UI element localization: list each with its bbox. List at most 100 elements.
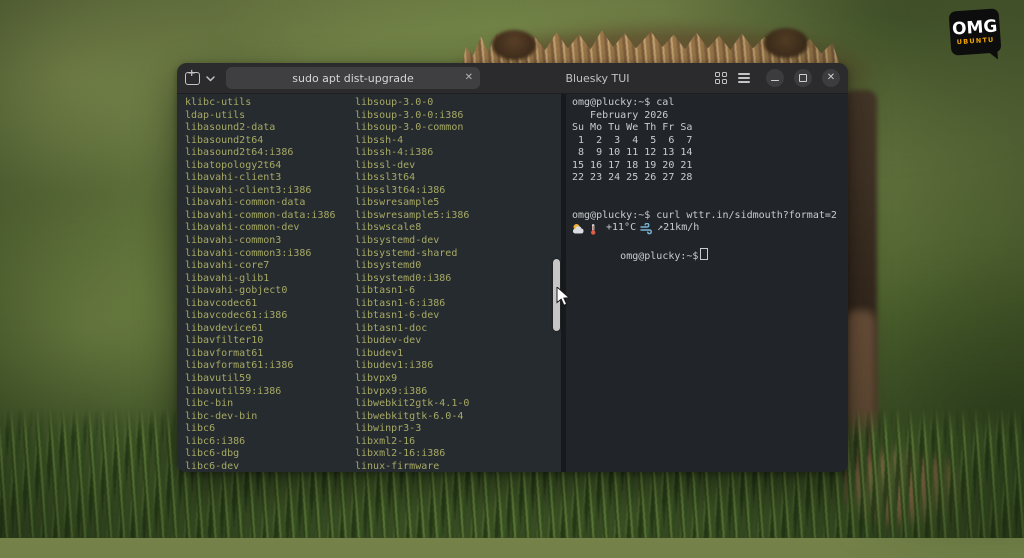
temperature-value: +11°C xyxy=(606,222,636,235)
wind-value: ↗21km/h xyxy=(657,222,699,235)
package-item: libavcodec61:i386 xyxy=(185,310,336,323)
shell-output-top: omg@plucky:~$ cal February 2026Su Mo Tu … xyxy=(572,97,848,210)
package-item: libswresample5:i386 xyxy=(355,210,469,223)
minimize-icon xyxy=(771,80,779,82)
package-item: libavahi-gobject0 xyxy=(185,285,336,298)
package-item: libvpx9:i386 xyxy=(355,386,469,399)
package-item: libxml2-16 xyxy=(355,436,469,449)
close-button[interactable]: ✕ xyxy=(822,69,840,87)
terminal-line-curl: omg@plucky:~$ curl wttr.in/sidmouth?form… xyxy=(572,210,848,223)
terminal-cursor xyxy=(700,248,708,260)
minimize-button[interactable] xyxy=(766,69,784,87)
tab-bluesky-tui[interactable]: Bluesky TUI xyxy=(484,72,711,85)
terminal-pane-apt[interactable]: klibc-utilsldap-utilslibasound2-dataliba… xyxy=(177,94,561,472)
tab-overview-button[interactable] xyxy=(715,67,728,89)
package-item: libasound2t64 xyxy=(185,135,336,148)
package-item: libssl3t64 xyxy=(355,172,469,185)
package-item: libc6 xyxy=(185,423,336,436)
package-item: libtasn1-6 xyxy=(355,285,469,298)
package-item: libssh-4:i386 xyxy=(355,147,469,160)
terminal-line: 8 9 10 11 12 13 14 xyxy=(572,147,848,160)
thermometer-icon xyxy=(589,223,602,235)
package-item: libsystemd0 xyxy=(355,260,469,273)
package-item: libsoup-3.0-0 xyxy=(355,97,469,110)
package-item: libxml2-16:i386 xyxy=(355,448,469,461)
logo-text-ubuntu: UBUNTU xyxy=(956,36,994,46)
package-item: libsystemd-dev xyxy=(355,235,469,248)
package-item: libwinpr3-3 xyxy=(355,423,469,436)
package-item: libavahi-common3:i386 xyxy=(185,248,336,261)
maximize-button[interactable] xyxy=(794,69,812,87)
omg-ubuntu-logo: OMG UBUNTU xyxy=(949,8,1002,55)
package-item: libudev1:i386 xyxy=(355,360,469,373)
package-item: libwebkit2gtk-4.1-0 xyxy=(355,398,469,411)
package-item: libc-bin xyxy=(185,398,336,411)
package-item: libssh-4 xyxy=(355,135,469,148)
tab-close-icon[interactable]: ✕ xyxy=(465,70,473,86)
package-item: libavahi-common-dev xyxy=(185,222,336,235)
tab-overview-grid-icon xyxy=(715,72,728,85)
package-item: libc-dev-bin xyxy=(185,411,336,424)
package-item: libavformat61 xyxy=(185,348,336,361)
package-item: libudev1 xyxy=(355,348,469,361)
package-item: libc6-dbg xyxy=(185,448,336,461)
terminal-line: February 2026 xyxy=(572,110,848,123)
package-item: libavcodec61 xyxy=(185,298,336,311)
package-item: libasound2t64:i386 xyxy=(185,147,336,160)
terminal-prompt-line: omg@plucky:~$ xyxy=(572,235,848,276)
tab-label: sudo apt dist-upgrade xyxy=(292,72,413,85)
package-item: libswresample5 xyxy=(355,197,469,210)
terminal-line: 22 23 24 25 26 27 28 xyxy=(572,172,848,185)
mouse-cursor xyxy=(556,287,572,311)
package-item: libc6:i386 xyxy=(185,436,336,449)
terminal-window: sudo apt dist-upgrade ✕ Bluesky TUI ✕ kl… xyxy=(177,63,848,472)
package-item: libavutil59:i386 xyxy=(185,386,336,399)
tab-label: Bluesky TUI xyxy=(565,72,629,85)
terminal-line: omg@plucky:~$ cal xyxy=(572,97,848,110)
chevron-down-icon xyxy=(206,75,215,82)
package-item: libavahi-client3 xyxy=(185,172,336,185)
main-menu-button[interactable] xyxy=(732,67,756,89)
new-tab-button[interactable] xyxy=(185,67,200,89)
package-item: linux-firmware xyxy=(355,461,469,472)
package-item: libsoup-3.0-common xyxy=(355,122,469,135)
package-item: libc6-dev xyxy=(185,461,336,472)
package-item: libswscale8 xyxy=(355,222,469,235)
package-item: libtasn1-doc xyxy=(355,323,469,336)
weather-output-line: +11°C ↗21km/h xyxy=(572,222,848,235)
terminal-line xyxy=(572,197,848,210)
package-item: libavahi-glib1 xyxy=(185,273,336,286)
close-icon: ✕ xyxy=(827,73,835,83)
package-item: libsoup-3.0-0:i386 xyxy=(355,110,469,123)
package-item: libavfilter10 xyxy=(185,335,336,348)
package-item: libssl-dev xyxy=(355,160,469,173)
terminal-content: klibc-utilsldap-utilslibasound2-dataliba… xyxy=(177,94,848,472)
package-item: libsystemd-shared xyxy=(355,248,469,261)
package-item: klibc-utils xyxy=(185,97,336,110)
terminal-line: Su Mo Tu We Th Fr Sa xyxy=(572,122,848,135)
package-list-column-2: libsoup-3.0-0libsoup-3.0-0:i386libsoup-3… xyxy=(355,97,469,472)
terminal-line: 15 16 17 18 19 20 21 xyxy=(572,160,848,173)
sun-behind-cloud-icon xyxy=(572,223,585,235)
package-item: libavformat61:i386 xyxy=(185,360,336,373)
hedgehog-ear-left xyxy=(492,30,536,60)
tab-apt-dist-upgrade[interactable]: sudo apt dist-upgrade ✕ xyxy=(226,67,480,89)
package-item: libwebkitgtk-6.0-4 xyxy=(355,411,469,424)
package-item: libavutil59 xyxy=(185,373,336,386)
package-item: libavahi-common3 xyxy=(185,235,336,248)
shell-prompt: omg@plucky:~$ xyxy=(620,251,698,262)
headerbar: sudo apt dist-upgrade ✕ Bluesky TUI ✕ xyxy=(177,63,848,94)
package-item: libssl3t64:i386 xyxy=(355,185,469,198)
package-item: ldap-utils xyxy=(185,110,336,123)
package-item: libavdevice61 xyxy=(185,323,336,336)
package-item: libavahi-common-data:i386 xyxy=(185,210,336,223)
package-item: libsystemd0:i386 xyxy=(355,273,469,286)
package-item: libtasn1-6-dev xyxy=(355,310,469,323)
package-item: libasound2-data xyxy=(185,122,336,135)
hedgehog-ear-right xyxy=(764,28,808,58)
package-list-column-1: klibc-utilsldap-utilslibasound2-dataliba… xyxy=(185,97,336,472)
terminal-line: 1 2 3 4 5 6 7 xyxy=(572,135,848,148)
tab-list-dropdown-button[interactable] xyxy=(206,74,214,82)
terminal-pane-shell[interactable]: omg@plucky:~$ cal February 2026Su Mo Tu … xyxy=(566,94,848,472)
package-item: libudev-dev xyxy=(355,335,469,348)
